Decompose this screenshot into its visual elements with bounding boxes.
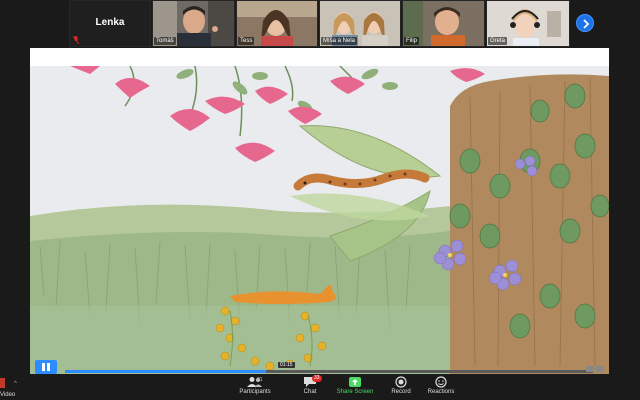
shared-illustration: [30, 66, 609, 374]
playback-progress-bar[interactable]: [65, 370, 593, 373]
participant-tile-tess[interactable]: Tess: [236, 0, 318, 47]
participant-tile-tomas[interactable]: Tomáš: [152, 0, 235, 47]
participant-name: Míša a Nela: [321, 37, 358, 45]
participant-name: Greta: [488, 37, 508, 45]
record-label: Record: [391, 389, 411, 395]
participant-strip: Lenka Tomáš Tess Míša a Nela Filip Greta: [0, 0, 640, 47]
record-button[interactable]: Record: [387, 376, 415, 395]
pause-button[interactable]: [35, 360, 57, 374]
fullscreen-icon[interactable]: [596, 366, 604, 372]
video-label: Video: [0, 392, 16, 398]
participant-name: Lenka: [95, 17, 125, 28]
meeting-toolbar: ^ Video 21 Participants 33 Chat Share Sc…: [0, 374, 640, 400]
video-off-icon: [0, 378, 5, 388]
volume-icon[interactable]: [586, 366, 594, 372]
playback-timestamp: 01:15: [278, 362, 295, 368]
participant-tile-lenka[interactable]: Lenka: [69, 0, 151, 47]
reactions-label: Reactions: [427, 389, 455, 395]
chat-unread-badge: 33: [312, 375, 322, 382]
participants-count: 21: [257, 377, 263, 383]
participant-name: Filip: [404, 37, 420, 45]
participants-button[interactable]: 21 Participants: [237, 376, 273, 395]
chevron-right-icon: [583, 19, 590, 29]
share-screen-button[interactable]: Share Screen: [334, 376, 376, 395]
mic-muted-icon: [73, 36, 79, 44]
shared-screen: 01:15: [30, 48, 609, 374]
participant-tile-filip[interactable]: Filip: [402, 0, 485, 47]
shared-screen-header: [30, 48, 609, 66]
participant-name: Tess: [238, 37, 255, 45]
playback-progress-fill: [65, 370, 266, 373]
chevron-up-icon[interactable]: ^: [14, 381, 17, 387]
participant-tile-misa-a-nela[interactable]: Míša a Nela: [319, 0, 401, 47]
chat-button[interactable]: 33 Chat: [296, 375, 324, 395]
participants-label: Participants: [239, 389, 271, 395]
reactions-icon: [435, 376, 447, 388]
participant-tile-greta[interactable]: Greta: [486, 0, 570, 47]
next-participants-button[interactable]: [576, 14, 594, 32]
record-icon: [395, 376, 407, 388]
share-screen-label: Share Screen: [336, 389, 374, 395]
share-screen-icon: [349, 377, 361, 387]
participant-name: Tomáš: [154, 37, 176, 45]
reactions-button[interactable]: Reactions: [425, 376, 457, 395]
chat-label: Chat: [303, 389, 317, 395]
